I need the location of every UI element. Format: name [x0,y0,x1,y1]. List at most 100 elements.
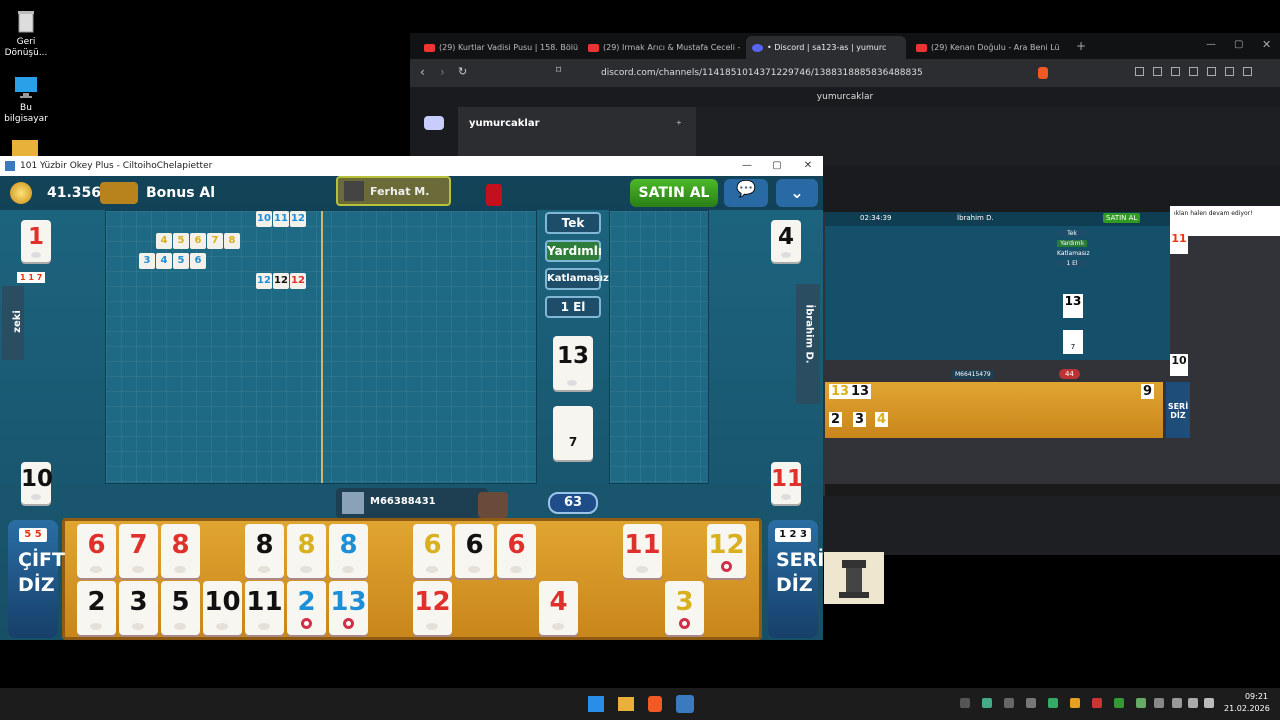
url-field[interactable]: discord.com/channels/1141851014371229746… [575,64,1065,83]
tile-dot [174,566,186,573]
vpn-icon[interactable] [1225,67,1234,76]
rack-tile[interactable]: 8 [245,524,284,578]
center-tile[interactable]: 13 [553,336,593,390]
rack-tile[interactable]: 8 [287,524,326,578]
seri-diz-button[interactable]: 1 2 3 SERİ DİZ [768,520,824,638]
tray-icon[interactable] [1048,698,1058,708]
tab-2[interactable]: (29) Irmak Arıcı & Mustafa Ceceli - M [582,36,742,59]
rack-tile-number: 5 [171,587,190,617]
rack-tile-number: 3 [675,587,694,617]
stream-seri: SERİ DİZ [1166,382,1190,438]
corner-tile-top-right[interactable]: 4 [771,220,801,262]
rack-tile[interactable]: 8 [329,524,368,578]
wallet-icon[interactable] [1189,67,1198,76]
corner-tile-top-left[interactable]: 1 [21,220,51,262]
board-tile: 5 [173,233,189,249]
music-icon[interactable] [1153,67,1162,76]
rack-tile[interactable]: 3 [665,581,704,635]
rack-tile[interactable]: 2 [287,581,326,635]
mode-1-el: 1 El [545,296,601,318]
file-explorer-icon[interactable] [618,697,634,711]
corner-tile-bottom-right[interactable]: 11 [771,462,803,504]
tray-icon[interactable] [1136,698,1146,708]
microphone-icon[interactable] [1154,698,1164,708]
tray-icon[interactable] [1114,698,1124,708]
okey-app-icon[interactable] [676,695,694,713]
folder-icon[interactable] [12,140,38,156]
tile-dot [781,252,791,258]
rack-tile[interactable]: 12 [413,581,452,635]
server-name[interactable]: yumurcaklar [469,118,540,129]
recycle-bin[interactable]: Geri Dönüşü... [0,8,52,59]
leo-icon[interactable] [1207,67,1216,76]
stream-mode: 1 El [1057,260,1087,267]
chevron-down-icon[interactable]: ⌄ [776,179,818,207]
toolbar-icons [1135,67,1265,79]
sidebar-icon[interactable] [1171,67,1180,76]
rack-tile[interactable]: 12 [707,524,746,578]
clock-date[interactable]: 21.02.2026 [1224,704,1270,713]
maximize-icon[interactable]: ▢ [1234,39,1243,50]
rack-tile[interactable]: 2 [77,581,116,635]
rack-tile[interactable]: 3 [119,581,158,635]
bonus-button[interactable]: Bonus Al [146,185,215,201]
menu-icon[interactable] [1243,67,1252,76]
rack-tile[interactable]: 10 [203,581,242,635]
invite-icon[interactable]: ⁺ [676,118,682,131]
rack-tile-number: 6 [423,530,442,560]
rack-tile[interactable]: 4 [539,581,578,635]
chess-rook-icon[interactable] [824,552,884,604]
tab-1[interactable]: (29) Kurtlar Vadisi Pusu | 158. Bölüm | [418,36,578,59]
corner-tile-bottom-left[interactable]: 10 [21,462,53,504]
network-icon[interactable] [1172,698,1182,708]
discord-home-icon[interactable] [424,116,444,130]
reload-icon[interactable]: ↻ [458,65,467,78]
maximize-icon[interactable]: ▢ [762,156,792,176]
tray-icon[interactable] [1026,698,1036,708]
tray-icon[interactable] [1092,698,1102,708]
brave-icon[interactable] [648,696,662,712]
rack-tile[interactable]: 7 [119,524,158,578]
right-player-panel: İbrahim D. [796,284,820,404]
close-icon[interactable]: ✕ [1262,38,1271,51]
buy-button[interactable]: SATIN AL [630,179,718,207]
clock-time[interactable]: 09:21 [1236,692,1268,701]
tab-discord[interactable]: • Discord | sa123-as | yumurc [746,36,906,59]
rack-tile-number: 2 [297,587,316,617]
rack-tile[interactable]: 13 [329,581,368,635]
close-icon[interactable]: ✕ [793,156,823,176]
tray-icon[interactable] [1070,698,1080,708]
back-icon[interactable]: ‹ [420,65,425,79]
treasure-chest-icon[interactable] [100,182,138,204]
brave-shield-icon[interactable] [1038,67,1048,79]
windows-start-icon[interactable] [588,696,604,712]
chat-icon[interactable]: 💬 [724,179,768,207]
bookmark-icon[interactable]: ⌑ [556,65,561,76]
minimize-icon[interactable]: — [732,156,762,176]
rack-tile-number: 6 [465,530,484,560]
minimize-icon[interactable]: — [1206,39,1216,50]
tile-dot [468,566,480,573]
tray-icon[interactable] [1004,698,1014,708]
battery-icon[interactable] [1204,698,1214,708]
rack-tile[interactable]: 8 [161,524,200,578]
extension-icon[interactable] [1135,67,1144,76]
cift-diz-button[interactable]: 5 5 ÇİFT DİZ [8,520,65,638]
rack-tile[interactable]: 6 [455,524,494,578]
tray-icon[interactable] [982,698,992,708]
rack-tile[interactable]: 6 [77,524,116,578]
rack-tile[interactable]: 11 [623,524,662,578]
rack-tile[interactable]: 5 [161,581,200,635]
rack-tile[interactable]: 6 [497,524,536,578]
volume-icon[interactable] [1188,698,1198,708]
tile-dot [132,566,144,573]
this-pc[interactable]: Bu bilgisayar [0,74,52,125]
rack-tile[interactable]: 6 [413,524,452,578]
new-tab-icon[interactable]: + [1076,39,1086,53]
forward-icon[interactable]: › [440,65,445,79]
rack-tile[interactable]: 11 [245,581,284,635]
coin-balance: 41.356 [47,185,102,201]
tab-4[interactable]: (29) Kenan Doğulu - Ara Beni Lü [910,36,1070,59]
okey-mark-icon [721,561,732,572]
tray-icon[interactable] [960,698,970,708]
